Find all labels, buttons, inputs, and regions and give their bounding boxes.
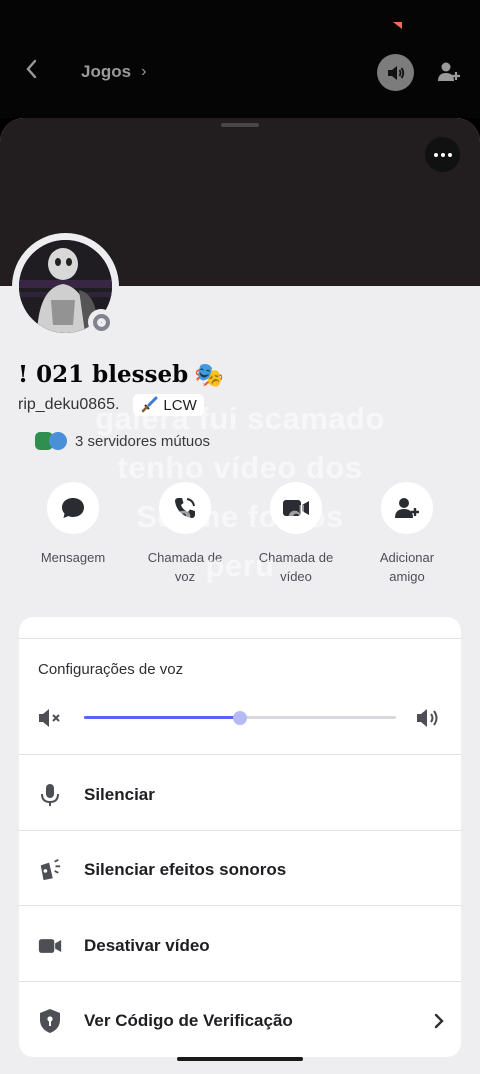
- channel-name: Jogos: [81, 62, 132, 81]
- volume-slider-handle[interactable]: [233, 711, 247, 725]
- mute-soundboard-row[interactable]: Silenciar efeitos sonoros: [19, 833, 461, 907]
- action-label: vídeo: [280, 569, 312, 584]
- video-call-button-circle: [270, 482, 322, 534]
- action-label: Chamada de: [258, 550, 334, 565]
- profile-sheet: ! 021 blesseb 🎭 rip_deku0865. LCW 3 serv…: [0, 118, 480, 1074]
- status-indicator: [88, 309, 114, 335]
- volume-slider-fill: [84, 716, 240, 719]
- speaker-muted-icon[interactable]: [38, 706, 64, 730]
- volume-slider[interactable]: [84, 711, 396, 725]
- mask-emoji-icon: 🎭: [194, 360, 225, 389]
- server-tag-label: LCW: [163, 396, 197, 414]
- action-label: amigo: [389, 569, 425, 584]
- chat-bubble-icon: [62, 498, 84, 518]
- dot-icon: [433, 152, 438, 157]
- disable-video-row[interactable]: Desativar vídeo: [19, 909, 461, 983]
- action-label: voz: [174, 569, 196, 584]
- speaker-button[interactable]: [377, 54, 414, 91]
- disable-video-label: Desativar vídeo: [84, 936, 210, 955]
- profile-actions: Mensagem Chamada de voz Chamada de vídeo A…: [0, 482, 480, 592]
- server-tag[interactable]: LCW: [133, 394, 204, 416]
- more-options-button[interactable]: [425, 137, 460, 172]
- top-bar: Jogos ›: [0, 0, 480, 118]
- username-row: rip_deku0865. LCW: [18, 394, 204, 416]
- speaker-icon: [387, 65, 404, 80]
- back-button[interactable]: [20, 58, 44, 86]
- sheet-grabber[interactable]: [221, 123, 259, 127]
- verification-code-row[interactable]: Ver Código de Verificação: [19, 984, 461, 1058]
- mutual-servers[interactable]: 3 servidores mútuos: [35, 432, 210, 450]
- chevron-left-icon: [26, 59, 37, 79]
- mute-soundboard-label: Silenciar efeitos sonoros: [84, 860, 287, 879]
- username[interactable]: rip_deku0865.: [18, 396, 119, 414]
- message-button-circle: [47, 482, 99, 534]
- divider: [19, 638, 461, 639]
- volume-slider-row: [38, 704, 444, 732]
- phone-call-icon: [175, 498, 195, 518]
- verification-code-label: Ver Código de Verificação: [84, 1011, 293, 1030]
- display-name: ! 021 blesseb 🎭: [18, 360, 224, 389]
- divider: [19, 754, 461, 755]
- add-user-button[interactable]: [436, 59, 462, 85]
- offline-status-icon: [92, 313, 110, 331]
- sword-icon: [142, 396, 158, 413]
- mutual-server-icons: [35, 432, 67, 450]
- dot-icon: [440, 152, 445, 157]
- mute-row[interactable]: Silenciar: [19, 758, 461, 832]
- video-camera-icon: [38, 939, 62, 953]
- display-name-text: ! 021 blesseb: [18, 361, 189, 388]
- add-user-icon: [438, 62, 460, 81]
- server-icon: [49, 432, 67, 450]
- notification-indicator: [393, 22, 402, 29]
- mutual-servers-label: 3 servidores mútuos: [75, 432, 211, 450]
- microphone-icon: [41, 784, 59, 806]
- speaker-loud-icon[interactable]: [416, 705, 444, 731]
- mute-label: Silenciar: [84, 785, 155, 804]
- add-friend-icon: [395, 498, 419, 518]
- voice-call-button-circle: [159, 482, 211, 534]
- message-button[interactable]: Mensagem: [18, 482, 128, 567]
- add-friend-button[interactable]: Adicionar amigo: [352, 482, 462, 586]
- channel-chevron-icon: ›: [141, 63, 147, 80]
- voice-call-button[interactable]: Chamada de voz: [130, 482, 240, 586]
- voice-settings-title: Configurações de voz: [38, 661, 184, 678]
- action-label: Chamada de: [147, 550, 223, 565]
- shield-lock-icon: [40, 1009, 60, 1033]
- dot-icon: [447, 152, 452, 157]
- video-camera-icon: [283, 500, 309, 516]
- action-label: Adicionar: [379, 550, 435, 565]
- add-friend-button-circle: [381, 482, 433, 534]
- home-indicator[interactable]: [177, 1057, 303, 1061]
- video-call-button[interactable]: Chamada de vídeo: [241, 482, 351, 586]
- soundboard-mute-icon: [40, 859, 61, 881]
- chevron-right-icon: [434, 1013, 444, 1029]
- action-label: Mensagem: [40, 550, 106, 565]
- channel-title[interactable]: Jogos ›: [81, 62, 146, 82]
